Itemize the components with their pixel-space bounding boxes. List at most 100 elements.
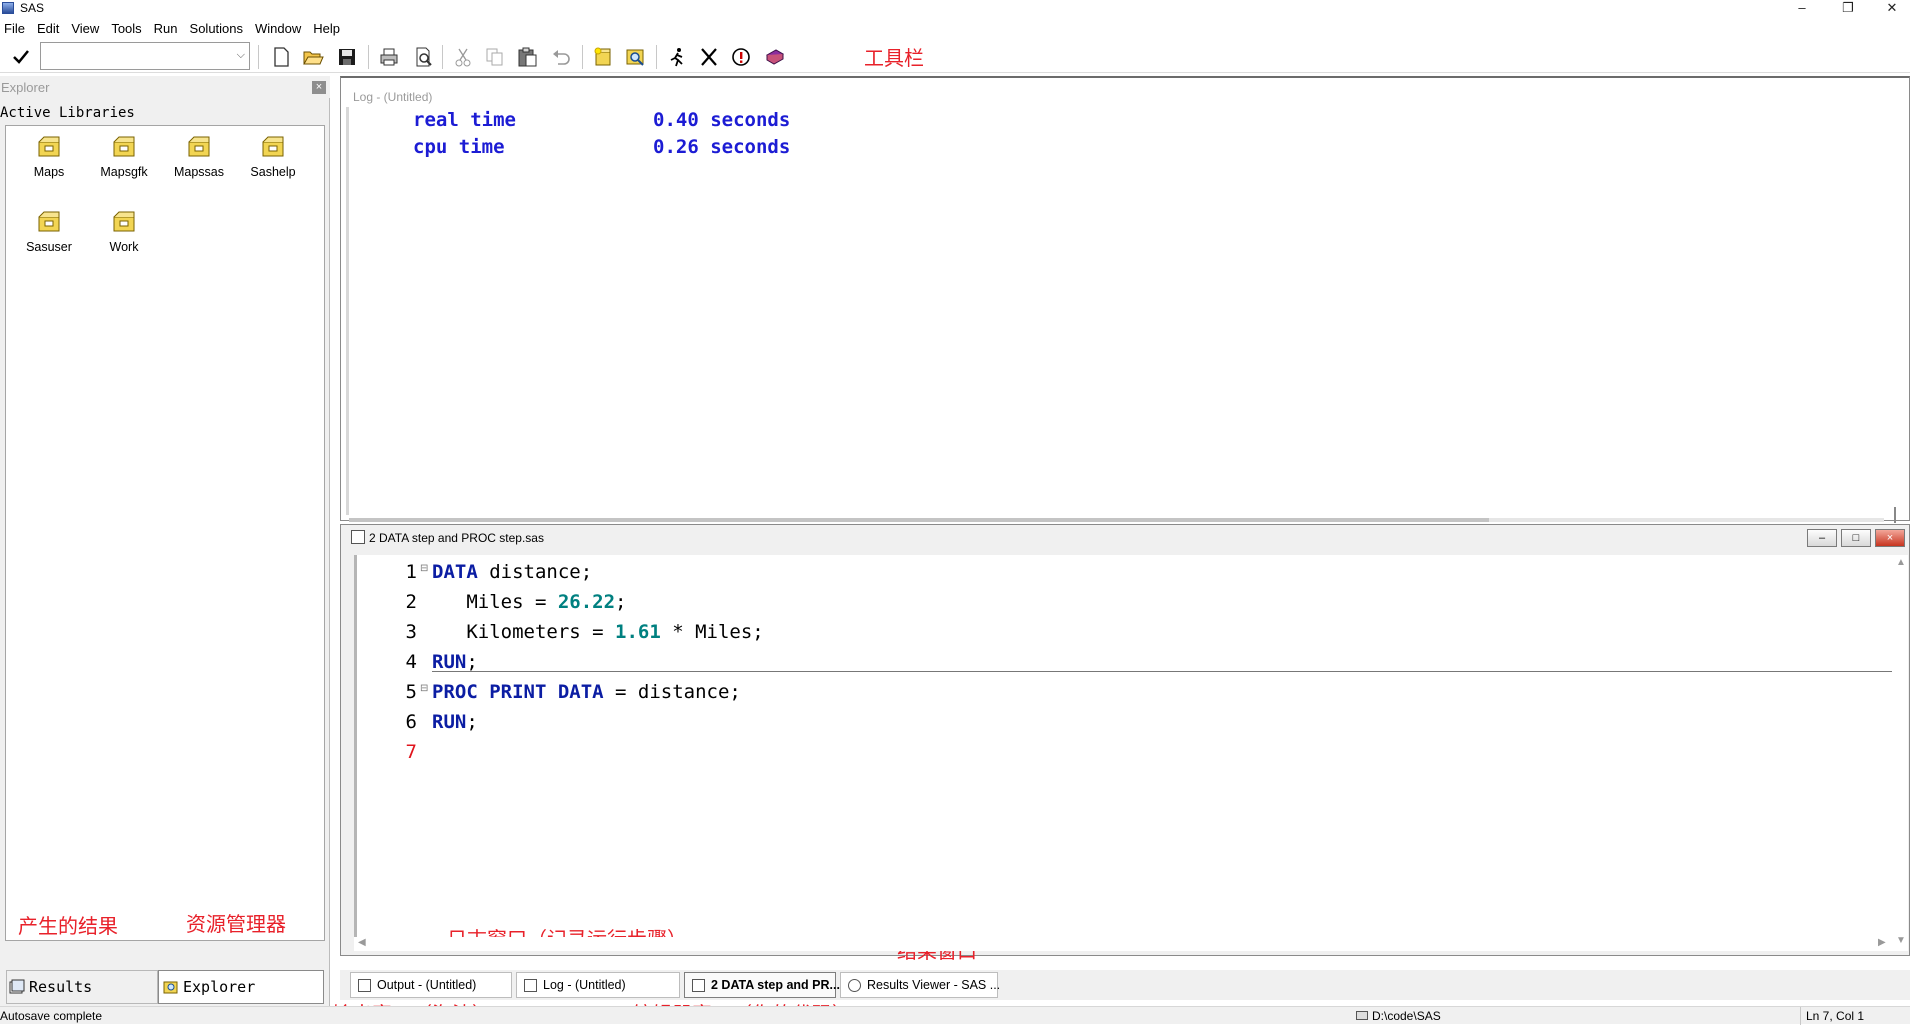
menu-view[interactable]: View	[65, 18, 105, 40]
library-label: Maps	[33, 165, 65, 179]
save-icon[interactable]	[334, 45, 360, 69]
library-mapsgfk[interactable]: Mapsgfk	[89, 134, 159, 179]
menu-run[interactable]: Run	[148, 18, 184, 40]
code-editor[interactable]: 1 ⊟ DATA distance; 2 Miles = 26.22; 3 Ki…	[354, 555, 1894, 963]
editor-close-button[interactable]: ×	[1875, 529, 1905, 547]
menu-tools[interactable]: Tools	[105, 18, 147, 40]
close-button[interactable]: ✕	[1872, 0, 1910, 18]
editor-maximize-button[interactable]: □	[1841, 529, 1871, 547]
results-viewer-icon	[848, 979, 861, 992]
log-cursor	[1894, 507, 1896, 523]
library-maps[interactable]: Maps	[14, 134, 84, 179]
chevron-down-icon[interactable]: ⌵	[237, 49, 245, 62]
line-number: 3	[405, 621, 417, 643]
sas-app-icon	[2, 2, 14, 14]
editor-minimize-button[interactable]: –	[1807, 529, 1837, 547]
minimize-button[interactable]: –	[1782, 0, 1822, 18]
library-sasuser[interactable]: Sasuser	[14, 209, 84, 254]
log-scrollbar[interactable]	[349, 518, 1884, 522]
program-icon	[692, 979, 705, 992]
explorer-header: Explorer ×	[0, 76, 330, 98]
restore-button[interactable]: ❐	[1828, 0, 1868, 18]
menu-edit[interactable]: Edit	[31, 18, 65, 40]
new-library-icon[interactable]	[590, 45, 616, 69]
break-icon[interactable]	[728, 45, 754, 69]
tab-log[interactable]: Log - (Untitled)	[516, 972, 680, 998]
explorer-icon[interactable]	[622, 45, 648, 69]
print-preview-icon[interactable]	[410, 45, 436, 69]
code-line-3: Kilometers = 1.61 * Miles;	[432, 621, 764, 643]
editor-horizontal-scrollbar[interactable]: ◀ ▶	[354, 937, 1894, 951]
library-icon	[188, 136, 210, 157]
explorer-title: Explorer	[1, 80, 50, 95]
library-mapssas[interactable]: Mapssas	[164, 134, 234, 179]
tab-explorer[interactable]: Explorer	[158, 970, 324, 1004]
cut-icon[interactable]	[450, 45, 476, 69]
scroll-up-icon[interactable]: ▲	[1896, 557, 1906, 568]
log-cpu-time-value: 0.26 seconds	[653, 136, 791, 158]
log-title: Log - (Untitled)	[353, 90, 433, 104]
clear-icon[interactable]	[696, 45, 722, 69]
paste-icon[interactable]	[514, 45, 540, 69]
code-line-2: Miles = 26.22;	[432, 591, 627, 613]
fold-icon[interactable]: ⊟	[420, 563, 428, 574]
library-list: Maps Mapsgfk Mapssas Sashelp Sasuser Wor…	[5, 125, 325, 941]
log-window: Log - (Untitled) real time 0.40 seconds …	[340, 76, 1910, 523]
library-icon	[262, 136, 284, 157]
scroll-down-icon[interactable]: ▼	[1896, 935, 1906, 946]
library-icon	[113, 136, 135, 157]
line-number-current: 7	[405, 741, 417, 763]
tab-results-viewer[interactable]: Results Viewer - SAS ...	[840, 972, 1000, 998]
undo-icon[interactable]	[548, 45, 574, 69]
print-icon[interactable]	[376, 45, 402, 69]
window-tabs: Output - (Untitled) Log - (Untitled) 2 D…	[340, 970, 1910, 1000]
new-icon[interactable]	[268, 45, 294, 69]
scroll-left-icon[interactable]: ◀	[358, 937, 366, 948]
explorer-icon	[163, 981, 178, 994]
toolbar-annotation: 工具栏	[864, 46, 924, 70]
library-icon	[113, 211, 135, 232]
submit-icon[interactable]	[664, 45, 690, 69]
title-bar: SAS – ❐ ✕	[0, 0, 1910, 18]
copy-icon[interactable]	[482, 45, 508, 69]
explorer-tabs: Results Explorer	[0, 970, 330, 1004]
check-icon[interactable]	[8, 45, 34, 69]
close-icon[interactable]: ×	[312, 81, 326, 94]
menu-help[interactable]: Help	[307, 18, 346, 40]
help-icon[interactable]	[762, 45, 788, 69]
command-box[interactable]: ⌵	[40, 42, 250, 70]
library-label: Mapsgfk	[100, 165, 148, 179]
library-label: Work	[109, 240, 139, 254]
line-number: 6	[405, 711, 417, 733]
explorer-heading: Active Libraries	[0, 105, 135, 121]
explorer-panel: Explorer × Active Libraries Maps Mapsgfk…	[0, 76, 330, 1006]
step-divider	[432, 671, 1892, 672]
library-sashelp[interactable]: Sashelp	[238, 134, 308, 179]
editor-titlebar: 2 DATA step and PROC step.sas – □ ×	[341, 525, 1909, 549]
log-real-time-label: real time	[413, 109, 516, 131]
tab-editor[interactable]: 2 DATA step and PR...	[684, 972, 840, 998]
scroll-right-icon[interactable]: ▶	[1878, 937, 1886, 948]
cursor-position: Ln 7, Col 1	[1806, 1009, 1865, 1023]
tab-output[interactable]: Output - (Untitled)	[350, 972, 512, 998]
tab-results[interactable]: Results	[6, 970, 158, 1004]
log-content[interactable]: real time 0.40 seconds cpu time 0.26 sec…	[346, 107, 1901, 523]
open-icon[interactable]	[300, 45, 326, 69]
menu-solutions[interactable]: Solutions	[184, 18, 249, 40]
log-scroll-thumb[interactable]	[349, 518, 1489, 522]
code-line-6: RUN;	[432, 711, 478, 733]
menu-file[interactable]: File	[0, 18, 31, 40]
editor-vertical-scrollbar[interactable]: ▲ ▼	[1894, 555, 1908, 951]
log-real-time-value: 0.40 seconds	[653, 109, 791, 131]
results-annotation: 产生的结果	[18, 914, 118, 938]
editor-window: 2 DATA step and PROC step.sas – □ × 1 ⊟ …	[340, 524, 1910, 963]
library-work[interactable]: Work	[89, 209, 159, 254]
current-path[interactable]: D:\code\SAS	[1372, 1009, 1441, 1023]
menu-window[interactable]: Window	[249, 18, 307, 40]
line-number: 2	[405, 591, 417, 613]
menu-bar: File Edit View Tools Run Solutions Window Help	[0, 18, 1910, 40]
fold-icon[interactable]: ⊟	[420, 683, 428, 694]
line-number: 1	[405, 561, 417, 583]
status-divider	[1800, 1007, 1801, 1025]
log-cpu-time-label: cpu time	[413, 136, 505, 158]
